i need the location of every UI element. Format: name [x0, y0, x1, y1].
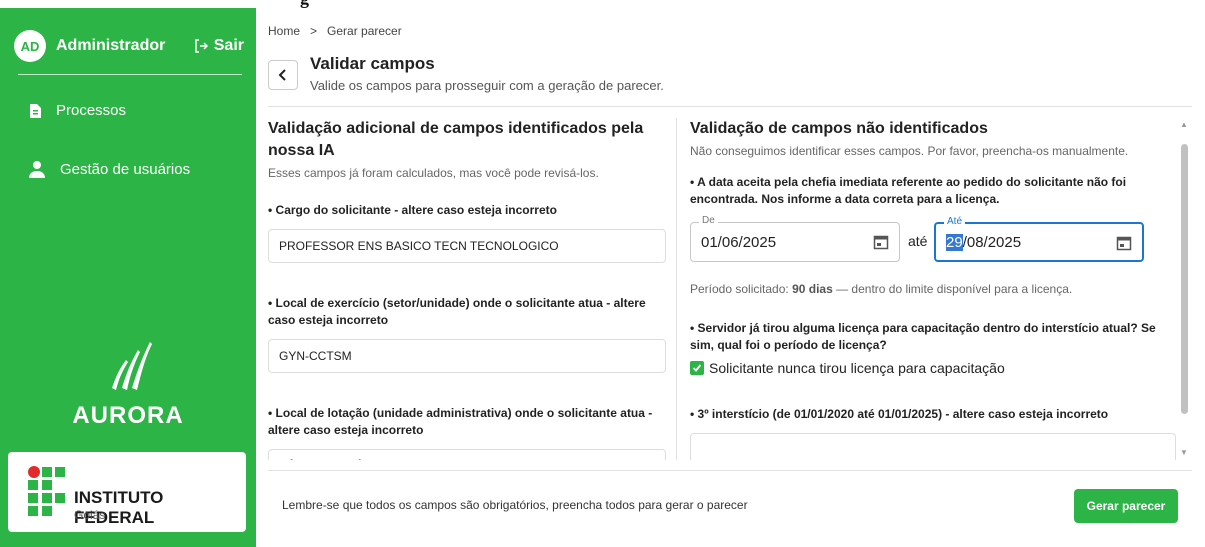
header-divider — [268, 106, 1192, 107]
date-from-field[interactable]: De 01/06/2025 — [690, 215, 900, 262]
footer-divider — [268, 470, 1192, 471]
user-icon — [29, 161, 45, 178]
period-value: 90 dias — [792, 282, 833, 296]
exercicio-field[interactable]: GYN-CCTSM — [268, 339, 666, 373]
brand-name: AURORA — [72, 402, 184, 429]
logout-button[interactable]: Sair — [193, 37, 244, 55]
date-question: • A data aceita pela chefia imediata ref… — [690, 175, 1127, 206]
breadcrumb: Home > Gerar parecer — [268, 24, 402, 38]
section-subtitle: Esses campos já foram calculados, mas vo… — [268, 166, 599, 180]
scroll-up-arrow[interactable]: ▲ — [1180, 120, 1188, 129]
unidentified-fields-section: Validação de campos não identificados Nã… — [690, 118, 1176, 460]
generate-report-button[interactable]: Gerar parecer — [1074, 489, 1178, 523]
section-subtitle: Não conseguimos identificar esses campos… — [690, 144, 1129, 158]
interstice-label: • 3º interstício (de 01/01/2020 até 01/0… — [690, 407, 1109, 421]
back-button[interactable] — [268, 60, 298, 90]
cargo-field[interactable]: PROFESSOR ENS BASICO TECN TECNOLOGICO — [268, 229, 666, 263]
period-suffix: — dentro do limite disponível para a lic… — [832, 282, 1073, 296]
scrollbar-thumb[interactable] — [1181, 144, 1188, 414]
interstice-field[interactable] — [690, 433, 1176, 460]
section-title: Validação de campos não identificados — [690, 120, 988, 137]
footer-note: Lembre-se que todos os campos são obriga… — [282, 498, 748, 512]
column-divider — [676, 118, 677, 460]
main-content: Home > Gerar parecer Validar campos Vali… — [256, 8, 1205, 547]
date-to-label: Até — [944, 216, 966, 227]
chevron-left-icon — [278, 69, 286, 81]
date-from-label: De — [699, 215, 718, 226]
avatar[interactable]: AD — [14, 30, 46, 62]
username: Administrador — [56, 37, 166, 54]
field-label-lotacao: • Local de lotação (unidade administrati… — [268, 406, 653, 437]
date-to-field[interactable]: Até 29/08/2025 — [934, 216, 1144, 262]
logout-icon — [195, 39, 208, 53]
sidebar-item-processos[interactable]: Processos — [28, 102, 126, 119]
sidebar: AD Administrador Sair Processos Gestão d… — [0, 8, 256, 547]
sidebar-divider — [18, 74, 242, 75]
page-subtitle: Valide os campos para prosseguir com a g… — [310, 78, 664, 93]
sidebar-item-usuarios[interactable]: Gestão de usuários — [28, 160, 190, 178]
document-icon — [30, 103, 41, 118]
never-license-checkbox[interactable]: Solicitante nunca tirou licença para cap… — [690, 360, 1176, 376]
institution-logo: INSTITUTO FEDERAL Goiás — [8, 452, 246, 532]
identified-fields-section: Validação adicional de campos identifica… — [268, 118, 668, 460]
user-row: AD Administrador Sair — [14, 28, 244, 64]
calendar-icon[interactable] — [873, 234, 889, 250]
checkbox-checked-icon[interactable] — [690, 361, 704, 375]
date-to-rest: /08/2025 — [962, 233, 1022, 251]
logout-label: Sair — [213, 37, 244, 54]
period-info: Período solicitado: 90 dias — dentro do … — [690, 282, 1176, 296]
date-between-label: até — [908, 233, 928, 249]
section-title: Validação adicional de campos identifica… — [268, 120, 644, 159]
page-title: Validar campos — [310, 54, 435, 73]
period-prefix: Período solicitado: — [690, 282, 793, 296]
institution-subtitle: Goiás — [74, 508, 106, 522]
checkbox-label: Solicitante nunca tirou licença para cap… — [709, 360, 1005, 376]
date-to-selected: 29 — [946, 233, 963, 251]
top-strip: g — [0, 0, 1205, 8]
field-label-exercicio: • Local de exercício (setor/unidade) ond… — [268, 296, 646, 327]
license-question: • Servidor já tirou alguma licença para … — [690, 321, 1156, 352]
calendar-icon[interactable] — [1116, 235, 1132, 251]
field-label-cargo: • Cargo do solicitante - altere caso est… — [268, 203, 557, 217]
breadcrumb-home[interactable]: Home — [268, 24, 300, 38]
sidebar-item-label: Gestão de usuários — [60, 160, 191, 178]
sidebar-item-label: Processos — [56, 102, 127, 119]
date-from-value: 01/06/2025 — [701, 233, 777, 251]
scroll-down-arrow[interactable]: ▼ — [1180, 448, 1188, 457]
aurora-logo-icon — [80, 338, 180, 399]
date-range-row: De 01/06/2025 até Até 29/08/2025 — [690, 215, 1176, 272]
breadcrumb-current: Gerar parecer — [327, 24, 402, 38]
breadcrumb-separator: > — [310, 24, 318, 38]
lotacao-field[interactable]: CÂMPUS GOIÂNIA — [268, 449, 666, 460]
